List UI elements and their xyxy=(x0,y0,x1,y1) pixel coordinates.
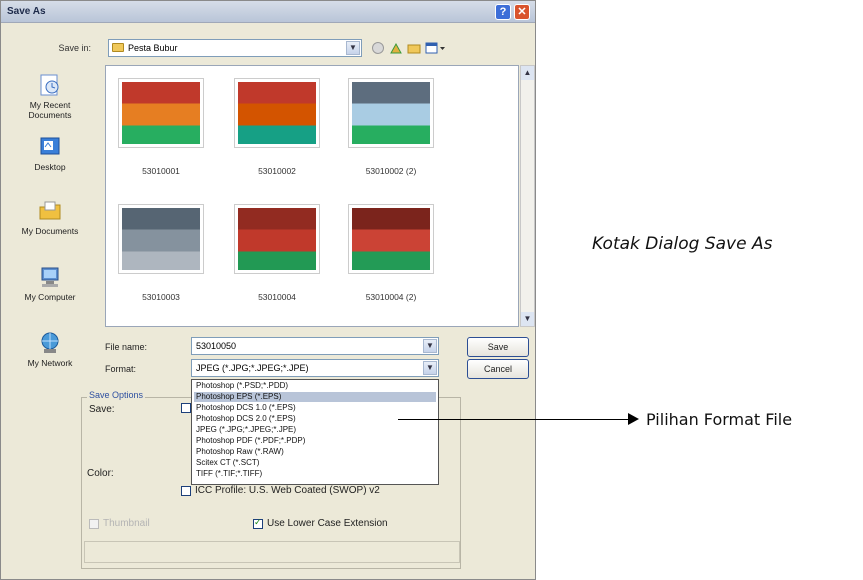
place-label: My Documents xyxy=(21,226,79,236)
up-folder-icon[interactable] xyxy=(389,41,403,55)
view-menu-icon[interactable] xyxy=(425,41,447,55)
file-name-caption: 53010003 xyxy=(142,292,180,302)
color-label: Color: xyxy=(87,468,114,479)
place-my-documents[interactable]: My Documents xyxy=(9,199,91,236)
file-thumbnail xyxy=(118,78,204,148)
format-label: Format: xyxy=(105,364,137,374)
format-option[interactable]: Photoshop Raw (*.RAW) xyxy=(194,447,436,457)
place-my-network[interactable]: My Network xyxy=(9,331,91,368)
scroll-down-icon[interactable]: ▼ xyxy=(521,312,534,326)
format-option[interactable]: TIFF (*.TIF;*.TIFF) xyxy=(194,469,436,479)
arrow-label: Pilihan Format File xyxy=(646,410,793,429)
save-button[interactable]: Save xyxy=(467,337,529,357)
save-in-select[interactable]: Pesta Bubur ▼ xyxy=(108,39,362,57)
format-select[interactable]: JPEG (*.JPG;*.JPEG;*.JPE) ▼ xyxy=(191,359,439,377)
chevron-down-icon[interactable]: ▼ xyxy=(423,361,437,375)
desktop-icon xyxy=(38,135,62,159)
scroll-up-icon[interactable]: ▲ xyxy=(521,66,534,80)
file-thumbnail xyxy=(118,204,204,274)
lowercase-extension-label: Use Lower Case Extension xyxy=(267,518,388,529)
save-label: Save: xyxy=(89,404,115,415)
save-in-value: Pesta Bubur xyxy=(128,43,178,53)
file-name-caption: 53010002 (2) xyxy=(365,166,417,176)
format-option[interactable]: Photoshop EPS (*.EPS) xyxy=(194,392,436,402)
title-bar[interactable]: Save As ? ✕ xyxy=(1,1,535,23)
close-button[interactable]: ✕ xyxy=(514,4,530,20)
my-documents-icon xyxy=(38,199,62,223)
place-label: My Network xyxy=(27,358,73,368)
format-dropdown-list[interactable]: Photoshop (*.PSD;*.PDD) Photoshop EPS (*… xyxy=(191,379,439,485)
help-button[interactable]: ? xyxy=(495,4,511,20)
format-option[interactable]: Photoshop DCS 1.0 (*.EPS) xyxy=(194,403,436,413)
format-option[interactable]: Photoshop (*.PSD;*.PDD) xyxy=(194,381,436,391)
place-label: My Recent Documents xyxy=(28,100,72,120)
file-thumbnail xyxy=(234,78,320,148)
save-option-checkbox[interactable] xyxy=(181,403,191,413)
file-thumbnail xyxy=(348,78,434,148)
file-name-label: File name: xyxy=(105,342,148,352)
place-desktop[interactable]: Desktop xyxy=(9,135,91,172)
cancel-button[interactable]: Cancel xyxy=(467,359,529,379)
my-network-icon xyxy=(38,331,62,355)
lowercase-extension-checkbox[interactable] xyxy=(253,517,263,529)
chevron-down-icon[interactable]: ▼ xyxy=(423,339,437,353)
save-options-legend: Save Options xyxy=(87,390,146,400)
icc-profile-label: ICC Profile: U.S. Web Coated (SWOP) v2 xyxy=(195,485,380,496)
pointer-arrow-line xyxy=(398,419,630,420)
file-name-caption: 53010001 xyxy=(142,166,180,176)
place-label: My Computer xyxy=(24,292,76,302)
file-thumbnail xyxy=(348,204,434,274)
back-icon[interactable] xyxy=(371,41,385,55)
icc-profile-checkbox[interactable] xyxy=(181,486,191,496)
place-my-recent-documents[interactable]: My Recent Documents xyxy=(9,73,91,120)
thumbnail-checkbox[interactable] xyxy=(89,519,99,529)
save-in-label: Save in: xyxy=(58,43,91,53)
folder-icon xyxy=(112,43,124,52)
vertical-scrollbar[interactable]: ▲ ▼ xyxy=(520,65,535,327)
new-folder-icon[interactable] xyxy=(407,41,421,55)
arrow-right-icon xyxy=(628,413,639,425)
file-thumbnail xyxy=(234,204,320,274)
file-name-caption: 53010004 (2) xyxy=(365,292,417,302)
file-name-caption: 53010002 xyxy=(258,166,296,176)
thumbnail-label: Thumbnail xyxy=(103,518,150,529)
file-name-caption: 53010004 xyxy=(258,292,296,302)
places-bar: My Recent Documents Desktop My Documents… xyxy=(9,65,91,385)
format-option[interactable]: Scitex CT (*.SCT) xyxy=(194,458,436,468)
figure-caption: Kotak Dialog Save As xyxy=(592,234,773,254)
file-name-input[interactable]: 53010050 ▼ xyxy=(191,337,439,355)
chevron-down-icon[interactable]: ▼ xyxy=(346,41,360,55)
place-label: Desktop xyxy=(34,162,66,172)
place-my-computer[interactable]: My Computer xyxy=(9,265,91,302)
dialog-title: Save As xyxy=(7,6,46,17)
save-as-dialog: Save As ? ✕ Save in: Pesta Bubur ▼ My Re… xyxy=(0,0,536,580)
recent-documents-icon xyxy=(38,73,62,97)
description-box xyxy=(84,541,460,563)
my-computer-icon xyxy=(38,265,62,289)
format-option[interactable]: JPEG (*.JPG;*.JPEG;*.JPE) xyxy=(194,425,436,435)
format-option[interactable]: Photoshop PDF (*.PDF;*.PDP) xyxy=(194,436,436,446)
file-name-value: 53010050 xyxy=(196,341,237,351)
format-value: JPEG (*.JPG;*.JPEG;*.JPE) xyxy=(196,363,309,373)
file-list: 53010001 53010002 53010002 (2) 53010003 … xyxy=(105,65,519,327)
